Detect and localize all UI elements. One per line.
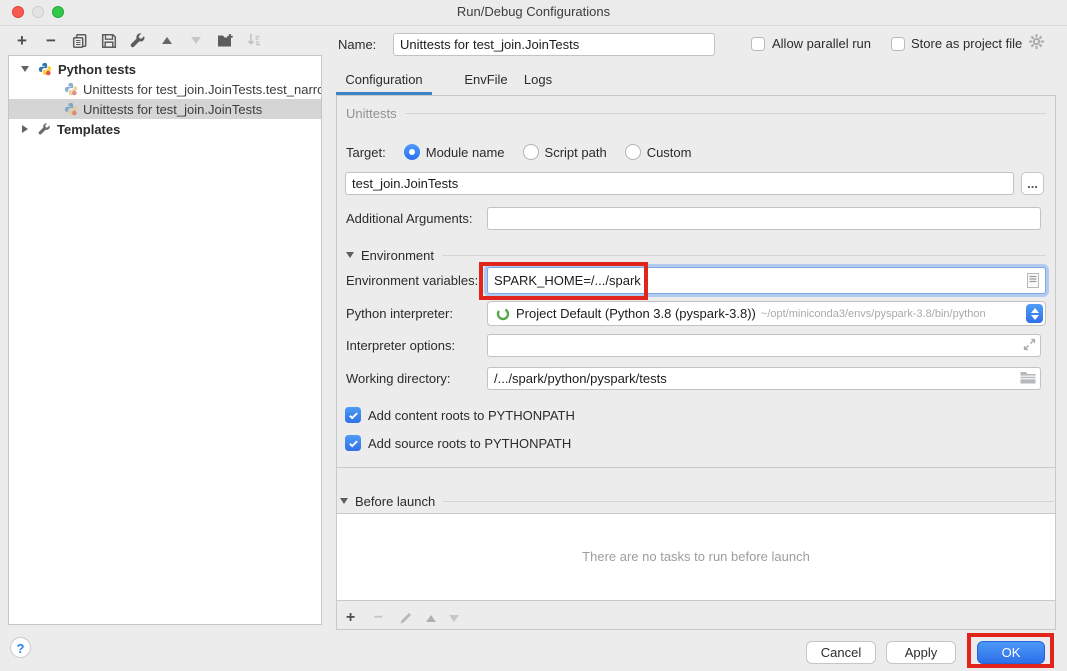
target-module-input[interactable]: [345, 172, 1014, 195]
apply-button[interactable]: Apply: [886, 641, 956, 664]
ok-button[interactable]: OK: [977, 641, 1045, 664]
divider: [443, 501, 1054, 502]
move-down-icon: [187, 32, 205, 50]
tree-item-label: Templates: [57, 122, 120, 137]
python-interpreter-path: ~/opt/miniconda3/envs/pyspark-3.8/bin/py…: [761, 308, 986, 320]
store-as-project-file-checkbox[interactable]: [891, 37, 905, 51]
tree-item-unittest-narrow[interactable]: Unittests for test_join.JoinTests.test_n…: [9, 79, 321, 99]
templates-wrench-icon: [36, 121, 52, 137]
titlebar: Run/Debug Configurations: [0, 0, 1067, 26]
name-input[interactable]: [393, 33, 715, 56]
chevron-down-icon[interactable]: [340, 498, 348, 504]
python-test-config-icon: [63, 101, 79, 117]
tree-item-templates[interactable]: Templates: [9, 119, 321, 139]
sort-configurations-icon: [245, 32, 263, 50]
add-content-roots-checkbox[interactable]: [345, 407, 361, 423]
chevron-down-icon[interactable]: [346, 252, 354, 258]
python-test-config-icon: [63, 81, 79, 97]
environment-variables-input[interactable]: [487, 267, 1046, 294]
python-tests-icon: [37, 61, 53, 77]
expand-field-icon[interactable]: [1023, 338, 1036, 354]
configurations-toolbar: + −: [13, 31, 263, 50]
edit-templates-icon[interactable]: [129, 32, 147, 50]
move-task-down-icon: [449, 615, 459, 622]
cancel-button[interactable]: Cancel: [806, 641, 876, 664]
interpreter-options-label: Interpreter options:: [346, 334, 455, 357]
before-launch-label: Before launch: [355, 494, 435, 509]
folder-browse-icon[interactable]: [1020, 371, 1036, 387]
radio-script-path[interactable]: [523, 144, 539, 160]
before-launch-section-header[interactable]: Before launch: [340, 491, 1054, 511]
divider: [442, 255, 1046, 256]
python-interpreter-value: Project Default (Python 3.8 (pyspark-3.8…: [516, 306, 756, 321]
environment-section-label: Environment: [361, 248, 434, 263]
before-launch-empty-text: There are no tasks to run before launch: [337, 514, 1055, 600]
python-interpreter-select[interactable]: Project Default (Python 3.8 (pyspark-3.8…: [487, 301, 1046, 326]
window-controls: [12, 6, 64, 18]
move-task-up-icon: [426, 615, 436, 622]
window-title: Run/Debug Configurations: [0, 0, 1067, 24]
add-task-icon[interactable]: +: [343, 611, 358, 626]
add-configuration-icon[interactable]: +: [13, 32, 31, 50]
tree-item-unittest-jointests-selected[interactable]: Unittests for test_join.JoinTests: [9, 99, 321, 119]
python-interpreter-label: Python interpreter:: [346, 301, 453, 326]
radio-script-path-label: Script path: [545, 145, 607, 160]
divider: [337, 467, 1055, 468]
chevron-right-icon[interactable]: [22, 125, 28, 133]
additional-arguments-label: Additional Arguments:: [346, 207, 472, 230]
gear-icon[interactable]: [1028, 33, 1045, 53]
before-launch-toolbar: + −: [343, 608, 459, 628]
allow-parallel-run-checkbox[interactable]: [751, 37, 765, 51]
store-as-project-file-label: Store as project file: [911, 36, 1022, 52]
tree-item-label: Python tests: [58, 62, 136, 77]
copy-configuration-icon[interactable]: [71, 32, 89, 50]
add-source-roots-checkbox[interactable]: [345, 435, 361, 451]
chevron-down-icon[interactable]: [21, 66, 29, 72]
edit-task-icon: [399, 611, 413, 625]
radio-custom-label: Custom: [647, 145, 692, 160]
run-debug-configurations-dialog: Run/Debug Configurations + −: [0, 0, 1067, 671]
radio-module-name-label: Module name: [426, 145, 505, 160]
interpreter-options-input[interactable]: [487, 334, 1041, 357]
tree-item-label: Unittests for test_join.JoinTests: [83, 102, 262, 117]
dropdown-stepper-icon[interactable]: [1026, 304, 1043, 323]
tree-item-python-tests[interactable]: Python tests: [9, 59, 321, 79]
before-launch-task-list: There are no tasks to run before launch: [336, 513, 1056, 601]
working-directory-input[interactable]: [487, 367, 1041, 390]
tab-envfile[interactable]: EnvFile: [455, 69, 517, 91]
save-configuration-icon[interactable]: [100, 32, 118, 50]
conda-env-icon: [496, 307, 510, 321]
environment-variables-label: Environment variables:: [346, 268, 478, 294]
divider: [405, 113, 1046, 114]
allow-parallel-run-label: Allow parallel run: [772, 36, 871, 52]
unittests-group: Unittests: [346, 104, 1046, 122]
new-folder-icon[interactable]: [216, 32, 234, 50]
remove-task-icon: −: [371, 611, 386, 626]
add-content-roots-label: Add content roots to PYTHONPATH: [368, 408, 575, 423]
tab-configuration[interactable]: Configuration: [336, 69, 432, 91]
tab-logs[interactable]: Logs: [510, 69, 566, 91]
additional-arguments-input[interactable]: [487, 207, 1041, 230]
remove-configuration-icon[interactable]: −: [42, 32, 60, 50]
working-directory-label: Working directory:: [346, 367, 451, 390]
add-source-roots-label: Add source roots to PYTHONPATH: [368, 436, 571, 451]
target-label: Target:: [346, 145, 386, 160]
help-button[interactable]: ?: [10, 637, 31, 658]
tree-item-label: Unittests for test_join.JoinTests.test_n…: [83, 82, 322, 97]
target-row: Target: Module name Script path Custom: [346, 141, 691, 163]
environment-section-header[interactable]: Environment: [346, 245, 1046, 265]
move-up-icon[interactable]: [158, 32, 176, 50]
radio-module-name[interactable]: [404, 144, 420, 160]
minimize-window-button: [32, 6, 44, 18]
browse-module-button[interactable]: ...: [1021, 172, 1044, 195]
zoom-window-button[interactable]: [52, 6, 64, 18]
edit-variables-icon[interactable]: [1027, 273, 1039, 291]
radio-custom[interactable]: [625, 144, 641, 160]
name-label: Name:: [338, 34, 376, 56]
configurations-tree: Python tests Unittests for test_join.Joi…: [8, 55, 322, 625]
unittests-group-label: Unittests: [346, 106, 397, 121]
close-window-button[interactable]: [12, 6, 24, 18]
